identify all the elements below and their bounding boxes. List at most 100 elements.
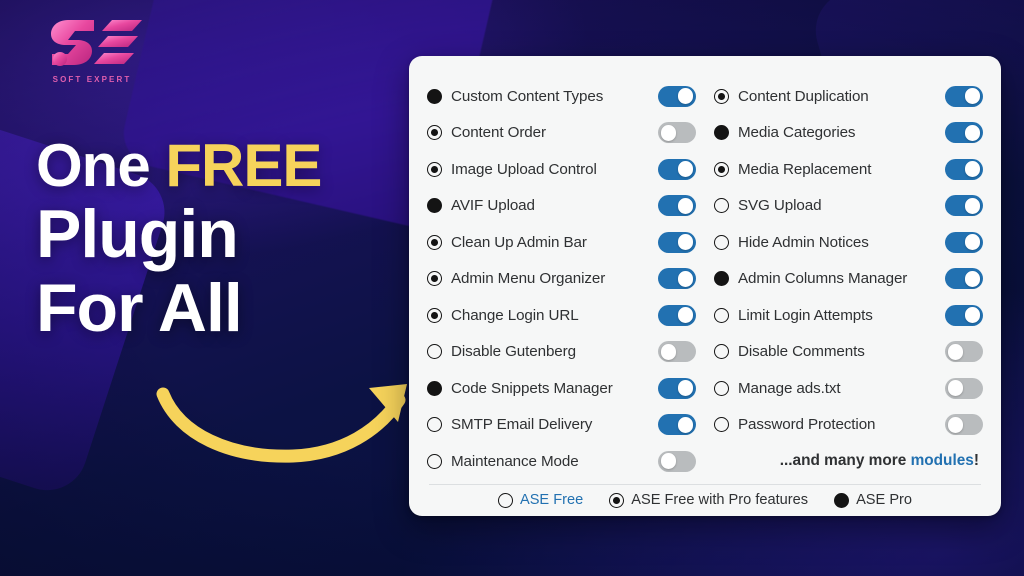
headline-accent-free: FREE [165, 132, 322, 199]
tier-marker-empty-icon [714, 198, 729, 214]
modules-card: Custom Content Types Content Order Image U… [409, 56, 1001, 516]
legend-label-ase-pro: ASE Pro [856, 492, 913, 509]
module-toggle-admin-columns-manager[interactable] [945, 268, 983, 290]
module-toggle-manage-ads-txt[interactable] [945, 377, 983, 399]
module-toggle-change-login-url[interactable] [658, 304, 696, 326]
module-row: SMTP Email Delivery [427, 407, 696, 444]
headline-line-1-plain: One [36, 132, 166, 199]
module-toggle-disable-comments[interactable] [945, 341, 983, 363]
module-row: Limit Login Attempts [714, 297, 983, 334]
module-label-password-protection: Password Protection [738, 416, 876, 434]
legend-item-ase-free-with-pro-features[interactable]: ASE Free with Pro features [609, 492, 808, 508]
module-label-content-order: Content Order [451, 124, 546, 142]
modules-link[interactable]: modules [911, 452, 974, 469]
tier-marker-dotted-icon [427, 307, 442, 323]
module-label-maintenance-mode: Maintenance Mode [451, 452, 579, 470]
module-toggle-media-replacement[interactable] [945, 158, 983, 180]
module-label-admin-menu-organizer: Admin Menu Organizer [451, 270, 606, 288]
tier-marker-filled-icon [427, 380, 442, 396]
tier-marker-empty-icon [427, 344, 442, 360]
module-toggle-clean-up-admin-bar[interactable] [658, 231, 696, 253]
module-toggle-image-upload-control[interactable] [658, 158, 696, 180]
module-label-content-duplication: Content Duplication [738, 87, 869, 105]
right-column: Content Duplication Media Categories Media… [714, 78, 983, 480]
module-label-disable-gutenberg: Disable Gutenberg [451, 343, 576, 361]
legend-item-ase-pro[interactable]: ASE Pro [834, 492, 912, 508]
tier-marker-filled-icon [714, 271, 729, 287]
tier-marker-dotted-icon [427, 161, 442, 177]
module-label-custom-content-types: Custom Content Types [451, 87, 604, 105]
curved-arrow [155, 372, 425, 470]
legend-label-ase-free: ASE Free [519, 492, 584, 509]
module-row: Code Snippets Manager [427, 370, 696, 407]
left-column: Custom Content Types Content Order Image U… [427, 78, 696, 480]
module-toggle-password-protection[interactable] [945, 414, 983, 436]
tier-marker-empty-icon [427, 417, 442, 433]
legend-marker-empty-icon [497, 492, 513, 508]
module-toggle-media-categories[interactable] [945, 122, 983, 144]
headline-line-1: One FREE [36, 136, 406, 196]
module-toggle-hide-admin-notices[interactable] [945, 231, 983, 253]
module-row: Custom Content Types [427, 78, 696, 115]
module-label-disable-comments: Disable Comments [738, 343, 865, 361]
module-row: Disable Gutenberg [427, 334, 696, 371]
module-row: Image Upload Control [427, 151, 696, 188]
more-modules-suffix: ! [973, 452, 979, 470]
module-toggle-avif-upload[interactable] [658, 195, 696, 217]
module-toggle-disable-gutenberg[interactable] [658, 341, 696, 363]
module-label-admin-columns-manager: Admin Columns Manager [738, 270, 908, 288]
more-modules-row: ...and many more modules! [714, 443, 983, 480]
module-toggle-maintenance-mode[interactable] [658, 450, 696, 472]
module-row: Admin Menu Organizer [427, 261, 696, 298]
module-row: Clean Up Admin Bar [427, 224, 696, 261]
module-toggle-svg-upload[interactable] [945, 195, 983, 217]
module-toggle-custom-content-types[interactable] [658, 85, 696, 107]
module-row: Content Order [427, 115, 696, 152]
tier-marker-empty-icon [714, 234, 729, 250]
module-row: Password Protection [714, 407, 983, 444]
tier-marker-empty-icon [714, 344, 729, 360]
module-row: Hide Admin Notices [714, 224, 983, 261]
se-monogram-icon [51, 20, 142, 66]
module-toggle-smtp-email-delivery[interactable] [658, 414, 696, 436]
module-row: Disable Comments [714, 334, 983, 371]
tier-marker-empty-icon [714, 307, 729, 323]
modules-grid: Custom Content Types Content Order Image U… [427, 78, 983, 480]
headline: One FREE Plugin For All [36, 136, 406, 342]
module-label-image-upload-control: Image Upload Control [451, 160, 597, 178]
module-row: AVIF Upload [427, 188, 696, 225]
module-row: Media Replacement [714, 151, 983, 188]
legend-item-ase-free[interactable]: ASE Free [497, 492, 584, 509]
module-row: Content Duplication [714, 78, 983, 115]
brand-wordmark: SOFT EXPERT [52, 75, 132, 84]
module-toggle-content-duplication[interactable] [945, 85, 983, 107]
module-label-hide-admin-notices: Hide Admin Notices [738, 233, 869, 251]
module-label-avif-upload: AVIF Upload [451, 197, 535, 215]
curved-arrow-icon [156, 384, 407, 463]
module-row: Change Login URL [427, 297, 696, 334]
module-label-code-snippets-manager: Code Snippets Manager [451, 379, 613, 397]
tier-marker-dotted-icon [714, 88, 729, 104]
module-label-media-replacement: Media Replacement [738, 160, 872, 178]
module-label-media-categories: Media Categories [738, 124, 856, 142]
module-toggle-admin-menu-organizer[interactable] [658, 268, 696, 290]
brand-logo: SOFT EXPERT [38, 12, 146, 88]
module-label-limit-login-attempts: Limit Login Attempts [738, 306, 873, 324]
tier-marker-filled-icon [427, 88, 442, 104]
module-toggle-limit-login-attempts[interactable] [945, 304, 983, 326]
module-label-clean-up-admin-bar: Clean Up Admin Bar [451, 233, 587, 251]
module-row: Maintenance Mode [427, 443, 696, 480]
legend-label-ase-free-with-pro-features: ASE Free with Pro features [631, 492, 809, 509]
legend-marker-filled-icon [834, 492, 850, 508]
module-label-manage-ads-txt: Manage ads.txt [738, 379, 841, 397]
legend-marker-dotted-icon [609, 492, 625, 508]
tier-marker-filled-icon [714, 125, 729, 141]
tier-marker-dotted-icon [427, 125, 442, 141]
module-toggle-content-order[interactable] [658, 122, 696, 144]
headline-line-3: For All [36, 269, 243, 346]
module-toggle-code-snippets-manager[interactable] [658, 377, 696, 399]
module-row: SVG Upload [714, 188, 983, 225]
tier-marker-empty-icon [714, 380, 729, 396]
tier-marker-filled-icon [427, 198, 442, 214]
tier-marker-dotted-icon [427, 234, 442, 250]
